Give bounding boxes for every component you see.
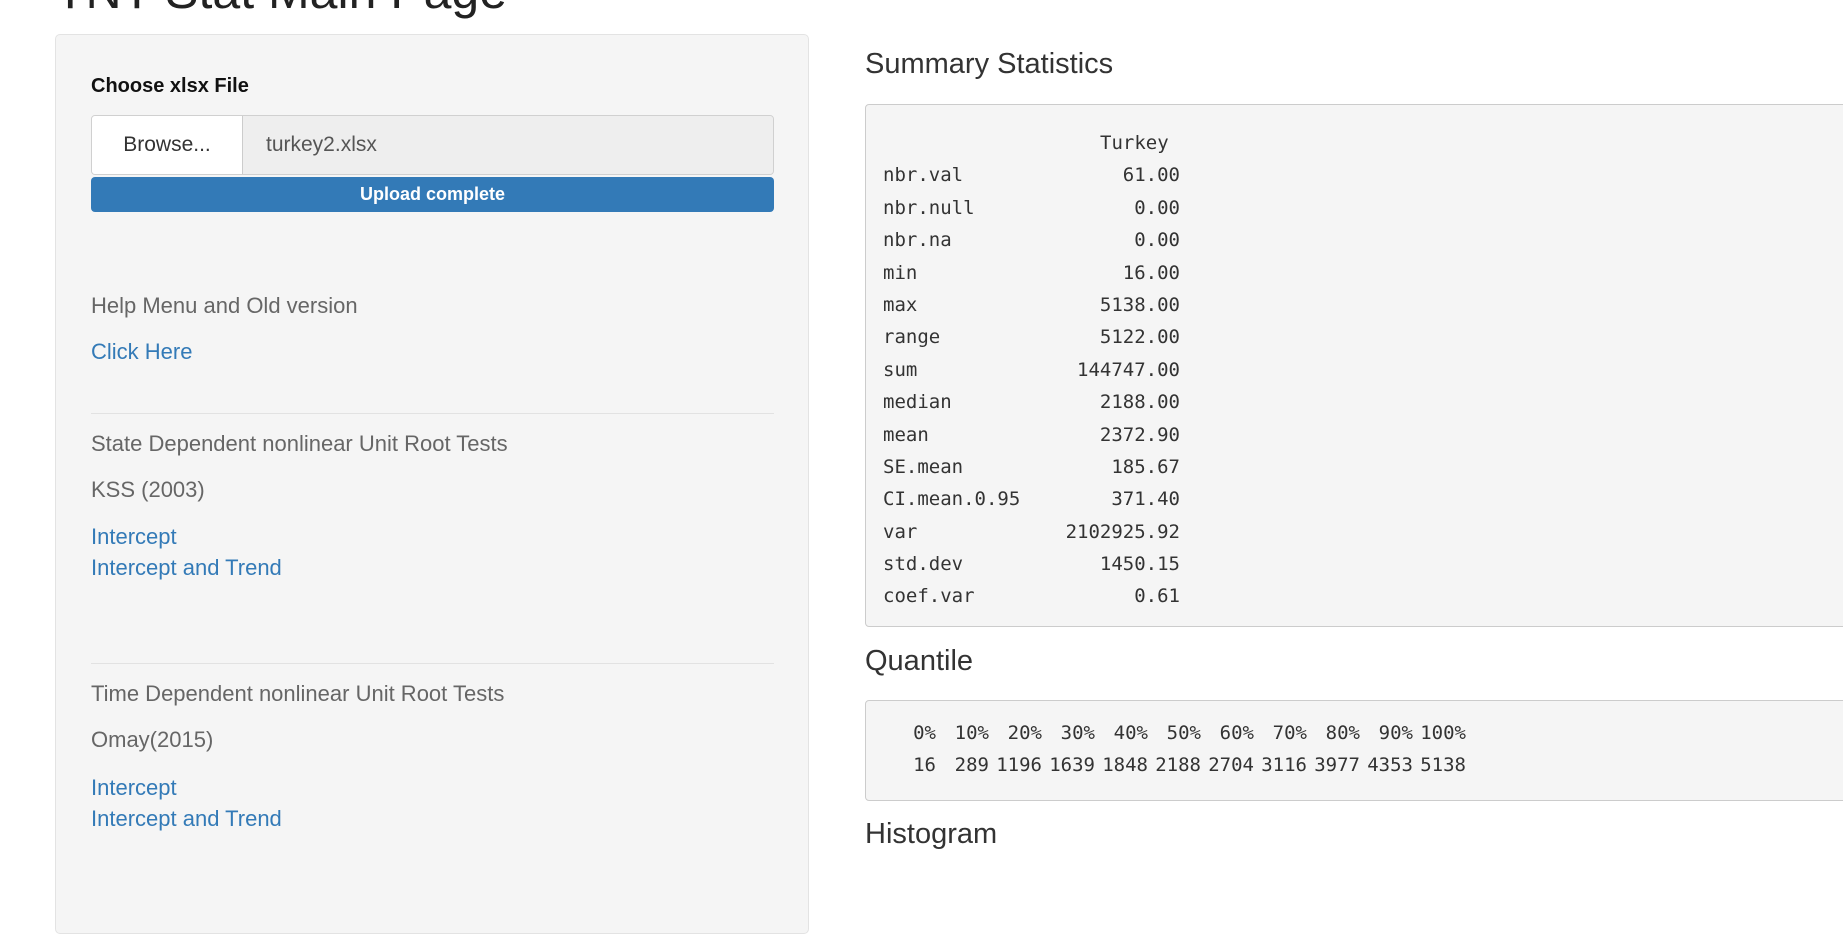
stat-key: var — [883, 520, 918, 543]
stat-value: 0.00 — [1134, 196, 1180, 219]
quantile-label: 40% — [1113, 722, 1148, 744]
divider — [91, 663, 774, 664]
summary-column-header: Turkey — [1100, 132, 1169, 154]
quantile-value: 2188 — [1155, 754, 1201, 776]
stat-row: SE.mean 185.67 — [883, 451, 1843, 483]
stat-key: max — [883, 293, 918, 316]
file-input-label: Choose xlsx File — [91, 75, 249, 97]
quantile-value: 3116 — [1261, 754, 1307, 776]
stat-key: nbr.null — [883, 196, 975, 219]
stat-key: min — [883, 261, 918, 284]
kss-intercept-trend-link[interactable]: Intercept and Trend — [91, 555, 282, 581]
summary-statistics-heading: Summary Statistics — [865, 48, 1114, 80]
sidebar-panel: Choose xlsx File Browse... turkey2.xlsx … — [55, 34, 809, 934]
quantile-label: 100% — [1420, 722, 1466, 744]
stat-row: nbr.na 0.00 — [883, 224, 1843, 256]
quantile-value: 1848 — [1102, 754, 1148, 776]
quantile-label: 60% — [1219, 722, 1254, 744]
summary-rows: nbr.val 61.00 nbr.null 0.00 nbr.na 0.00 min 16.… — [883, 159, 1843, 612]
quantile-label: 50% — [1166, 722, 1201, 744]
stat-value: 0.00 — [1134, 229, 1180, 252]
quantile-label: 20% — [1007, 722, 1042, 744]
stat-key: nbr.na — [883, 229, 952, 252]
quantile-label: 90% — [1378, 722, 1413, 744]
quantile-value: 16 — [913, 754, 936, 776]
quantile-value: 1639 — [1049, 754, 1095, 776]
quantile-label: 10% — [954, 722, 989, 744]
stat-row: std.dev 1450.15 — [883, 548, 1843, 580]
stat-row: CI.mean.0.95 371.40 — [883, 483, 1843, 515]
click-here-link[interactable]: Click Here — [91, 339, 192, 365]
stat-row: var 2102925.92 — [883, 516, 1843, 548]
stat-value: 2372.90 — [1099, 423, 1180, 446]
quantile-value: 3977 — [1314, 754, 1360, 776]
help-text: Help Menu and Old version — [91, 293, 358, 318]
stat-key: mean — [883, 423, 929, 446]
main-panel: Summary Statistics Turkey nbr.val 61.00 nb… — [865, 0, 1843, 900]
stat-row: median 2188.00 — [883, 386, 1843, 418]
stat-value: 5138.00 — [1099, 293, 1180, 316]
stat-value: 144747.00 — [1077, 358, 1180, 381]
upload-progress-bar: Upload complete — [91, 177, 774, 212]
quantile-heading: Quantile — [865, 645, 974, 677]
stat-key: CI.mean.0.95 — [883, 488, 1021, 511]
omay-model-label: Omay(2015) — [91, 727, 214, 752]
file-name-field[interactable]: turkey2.xlsx — [243, 116, 773, 174]
state-dependent-heading: State Dependent nonlinear Unit Root Test… — [91, 431, 508, 456]
file-input-group: Browse... turkey2.xlsx — [91, 115, 774, 175]
stat-value: 1450.15 — [1099, 553, 1180, 576]
stat-row: coef.var 0.61 — [883, 580, 1843, 612]
quantile-label: 0% — [913, 722, 936, 744]
stat-row: nbr.val 61.00 — [883, 159, 1843, 191]
stat-value: 185.67 — [1111, 455, 1180, 478]
summary-statistics-output: Turkey nbr.val 61.00 nbr.null 0.00 nbr.na 0.0… — [865, 104, 1843, 627]
kss-intercept-link[interactable]: Intercept — [91, 524, 177, 550]
stat-value: 2102925.92 — [1065, 520, 1180, 543]
upload-progress-label: Upload complete — [91, 177, 774, 212]
omay-intercept-trend-link[interactable]: Intercept and Trend — [91, 806, 282, 832]
quantile-value: 1196 — [996, 754, 1042, 776]
time-dependent-heading: Time Dependent nonlinear Unit Root Tests — [91, 681, 505, 706]
stat-value: 5122.00 — [1099, 326, 1180, 349]
stat-key: range — [883, 326, 941, 349]
page-title: TNT Stat Main Page — [55, 0, 507, 20]
stat-key: coef.var — [883, 585, 975, 608]
stat-key: nbr.val — [883, 164, 964, 187]
quantile-label: 80% — [1325, 722, 1360, 744]
stat-row: nbr.null 0.00 — [883, 192, 1843, 224]
quantile-values-row: 16 289 1196 1639 1848 2188 2704 3116 3977 4353 513… — [883, 749, 1843, 781]
stat-key: median — [883, 391, 952, 414]
quantile-value: 4353 — [1367, 754, 1413, 776]
stat-row: mean 2372.90 — [883, 419, 1843, 451]
stat-value: 2188.00 — [1099, 391, 1180, 414]
omay-intercept-link[interactable]: Intercept — [91, 775, 177, 801]
kss-model-label: KSS (2003) — [91, 477, 205, 502]
quantile-value: 5138 — [1420, 754, 1466, 776]
stat-value: 371.40 — [1111, 488, 1180, 511]
histogram-heading: Histogram — [865, 818, 998, 850]
stat-key: std.dev — [883, 553, 964, 576]
stat-row: range 5122.00 — [883, 321, 1843, 353]
stat-row: sum 144747.00 — [883, 354, 1843, 386]
quantile-label: 30% — [1060, 722, 1095, 744]
quantile-output: 0% 10% 20% 30% 40% 50% 60% 70% 80% 90% 100% 16 289 1… — [865, 700, 1843, 801]
quantile-value: 289 — [954, 754, 989, 776]
stat-key: sum — [883, 358, 918, 381]
quantile-value: 2704 — [1208, 754, 1254, 776]
stat-value: 16.00 — [1122, 261, 1180, 284]
stat-value: 0.61 — [1134, 585, 1180, 608]
divider — [91, 413, 774, 414]
quantile-label: 70% — [1272, 722, 1307, 744]
quantile-labels-row: 0% 10% 20% 30% 40% 50% 60% 70% 80% 90% 100% — [883, 717, 1843, 749]
stat-row: min 16.00 — [883, 257, 1843, 289]
browse-button[interactable]: Browse... — [92, 116, 243, 174]
stat-value: 61.00 — [1122, 164, 1180, 187]
stat-key: SE.mean — [883, 455, 964, 478]
stat-row: max 5138.00 — [883, 289, 1843, 321]
